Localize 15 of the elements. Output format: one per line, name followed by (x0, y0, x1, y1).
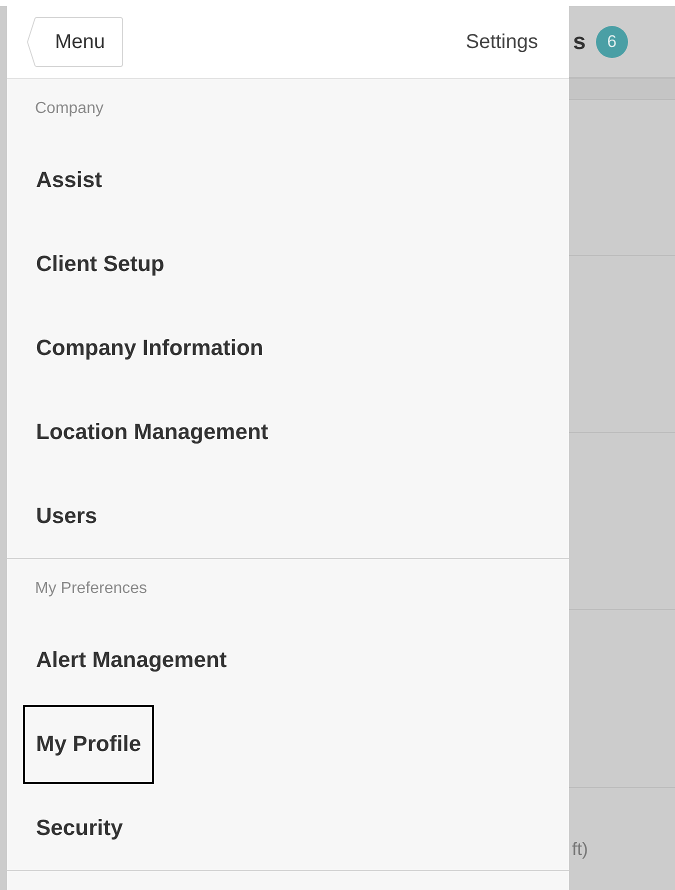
menu-item[interactable]: Company Information (23, 308, 276, 388)
menu-title: Settings (466, 30, 538, 54)
count-badge: 6 (596, 26, 628, 58)
section-heading: Company (35, 100, 104, 118)
back-button[interactable]: Menu (27, 17, 124, 67)
menu-item[interactable]: Assist (23, 140, 116, 220)
row-text-fragment: ft) (572, 839, 588, 860)
menu-item[interactable]: My Profile (23, 704, 154, 784)
menu-item[interactable]: Location Management (23, 392, 282, 472)
menu-item[interactable]: Users (23, 476, 110, 556)
section-heading: My Preferences (35, 580, 148, 598)
page-title-fragment: s (573, 28, 586, 55)
menu-item[interactable]: Alert Management (23, 620, 240, 700)
menu-item[interactable]: Client Setup (23, 224, 178, 304)
menu-item[interactable]: Security (23, 788, 136, 868)
